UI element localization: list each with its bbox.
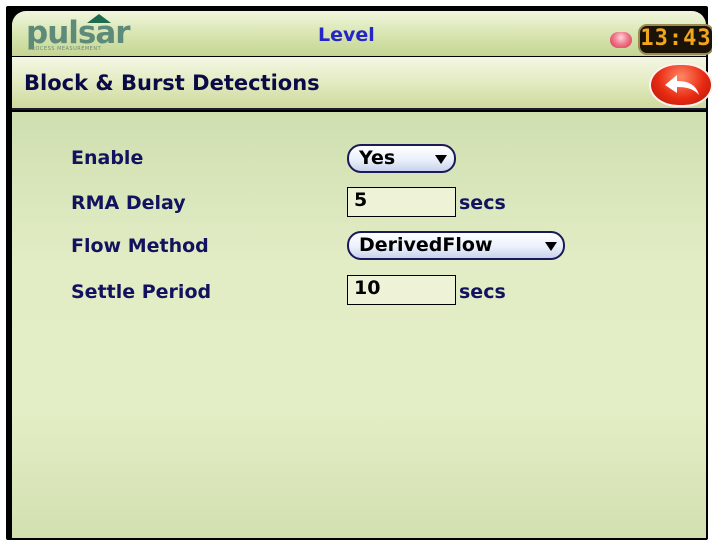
rma-delay-input[interactable]: 5 (347, 187, 456, 217)
flow-method-dropdown[interactable]: DerivedFlow (347, 231, 565, 260)
screen-title: Level (318, 24, 375, 46)
status-led-icon (610, 32, 632, 48)
top-status-bar: pulsar PROCESS MEASUREMENT Level 13:43 (12, 11, 712, 56)
logo-subtext: PROCESS MEASUREMENT (28, 46, 102, 52)
settle-period-input[interactable]: 10 (347, 275, 456, 305)
settle-period-value: 10 (354, 277, 381, 299)
back-button[interactable] (649, 63, 712, 107)
enable-dropdown[interactable]: Yes (347, 144, 456, 173)
settle-period-unit: secs (459, 281, 506, 303)
settle-period-label: Settle Period (71, 281, 212, 303)
back-arrow-icon (665, 75, 699, 95)
flow-method-label: Flow Method (71, 235, 209, 257)
settings-panel: Enable Yes RMA Delay 5 secs Flow Method … (12, 112, 706, 538)
rma-delay-unit: secs (459, 192, 506, 214)
flow-method-value: DerivedFlow (359, 234, 493, 256)
page-header: Block & Burst Detections (12, 57, 712, 110)
chevron-down-icon (545, 242, 557, 251)
rma-delay-label: RMA Delay (71, 192, 186, 214)
chevron-down-icon (435, 155, 447, 164)
clock-display: 13:43 (638, 24, 712, 55)
enable-label: Enable (71, 147, 144, 169)
pulsar-logo: pulsar PROCESS MEASUREMENT (26, 14, 154, 52)
enable-value: Yes (359, 147, 396, 169)
logo-text: pulsar (26, 15, 131, 51)
rma-delay-value: 5 (354, 189, 368, 211)
page-title: Block & Burst Detections (24, 71, 320, 95)
